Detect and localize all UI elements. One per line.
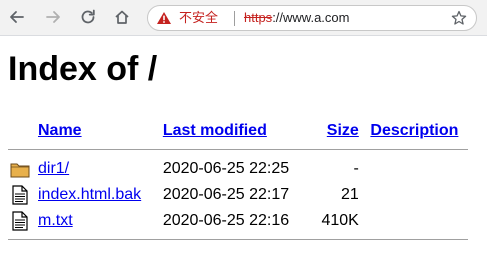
- home-button[interactable]: [111, 6, 133, 28]
- table-row: m.txt 2020-06-25 22:16 410K: [8, 208, 468, 234]
- entry-description: [361, 182, 468, 208]
- folder-icon: [10, 160, 30, 178]
- top-separator-row: [8, 144, 468, 156]
- table-row: dir1/ 2020-06-25 22:25 -: [8, 156, 468, 182]
- reload-button[interactable]: [77, 6, 99, 28]
- separator-line: [8, 148, 468, 150]
- star-icon[interactable]: [451, 10, 467, 26]
- sort-by-name-link[interactable]: Name: [38, 122, 82, 139]
- entry-link-dir1[interactable]: dir1/: [38, 160, 69, 177]
- separator-line: [8, 238, 468, 240]
- file-icon: [10, 211, 30, 231]
- reload-icon: [81, 9, 95, 24]
- home-icon: [115, 10, 129, 24]
- security-status-label[interactable]: 不安全: [179, 10, 218, 26]
- table-row: index.html.bak 2020-06-25 22:17 21: [8, 182, 468, 208]
- omnibox-divider: [234, 11, 235, 26]
- warning-icon[interactable]: [156, 11, 172, 25]
- header-row: Name Last modified Size Description: [8, 118, 468, 144]
- sort-by-last-modified-link[interactable]: Last modified: [163, 122, 267, 139]
- url-host: ://www.a.com: [272, 10, 350, 25]
- url-text[interactable]: https://www.a.com: [244, 10, 349, 26]
- url-scheme: https: [244, 10, 273, 25]
- sort-by-size-link[interactable]: Size: [327, 122, 359, 139]
- bottom-separator-row: [8, 234, 468, 246]
- name-header: Name: [36, 118, 161, 144]
- browser-toolbar: 不安全 https://www.a.com: [0, 0, 487, 36]
- entry-size: 21: [341, 186, 359, 203]
- sort-by-description-link[interactable]: Description: [370, 122, 458, 139]
- entry-size: -: [353, 160, 359, 177]
- arrow-right-icon: [46, 11, 60, 23]
- page-title: Index of /: [8, 50, 158, 88]
- directory-listing: Name Last modified Size Description dir1…: [8, 118, 468, 246]
- entry-description: [361, 156, 468, 182]
- arrow-left-icon: [10, 11, 24, 23]
- icon-header: [8, 118, 36, 144]
- entry-size: 410K: [321, 212, 359, 229]
- size-header: Size: [313, 118, 361, 144]
- file-icon: [10, 185, 30, 205]
- entry-link-index-html-bak[interactable]: index.html.bak: [38, 186, 141, 203]
- address-bar[interactable]: 不安全 https://www.a.com: [147, 5, 477, 31]
- last-modified-header: Last modified: [161, 118, 313, 144]
- entry-modified: 2020-06-25 22:16: [162, 212, 290, 229]
- description-header: Description: [361, 118, 468, 144]
- entry-description: [361, 208, 468, 234]
- entry-modified: 2020-06-25 22:25: [162, 160, 290, 177]
- entry-modified: 2020-06-25 22:17: [162, 186, 290, 203]
- forward-button[interactable]: [42, 6, 64, 28]
- entry-link-m-txt[interactable]: m.txt: [38, 212, 73, 229]
- back-button[interactable]: [6, 6, 28, 28]
